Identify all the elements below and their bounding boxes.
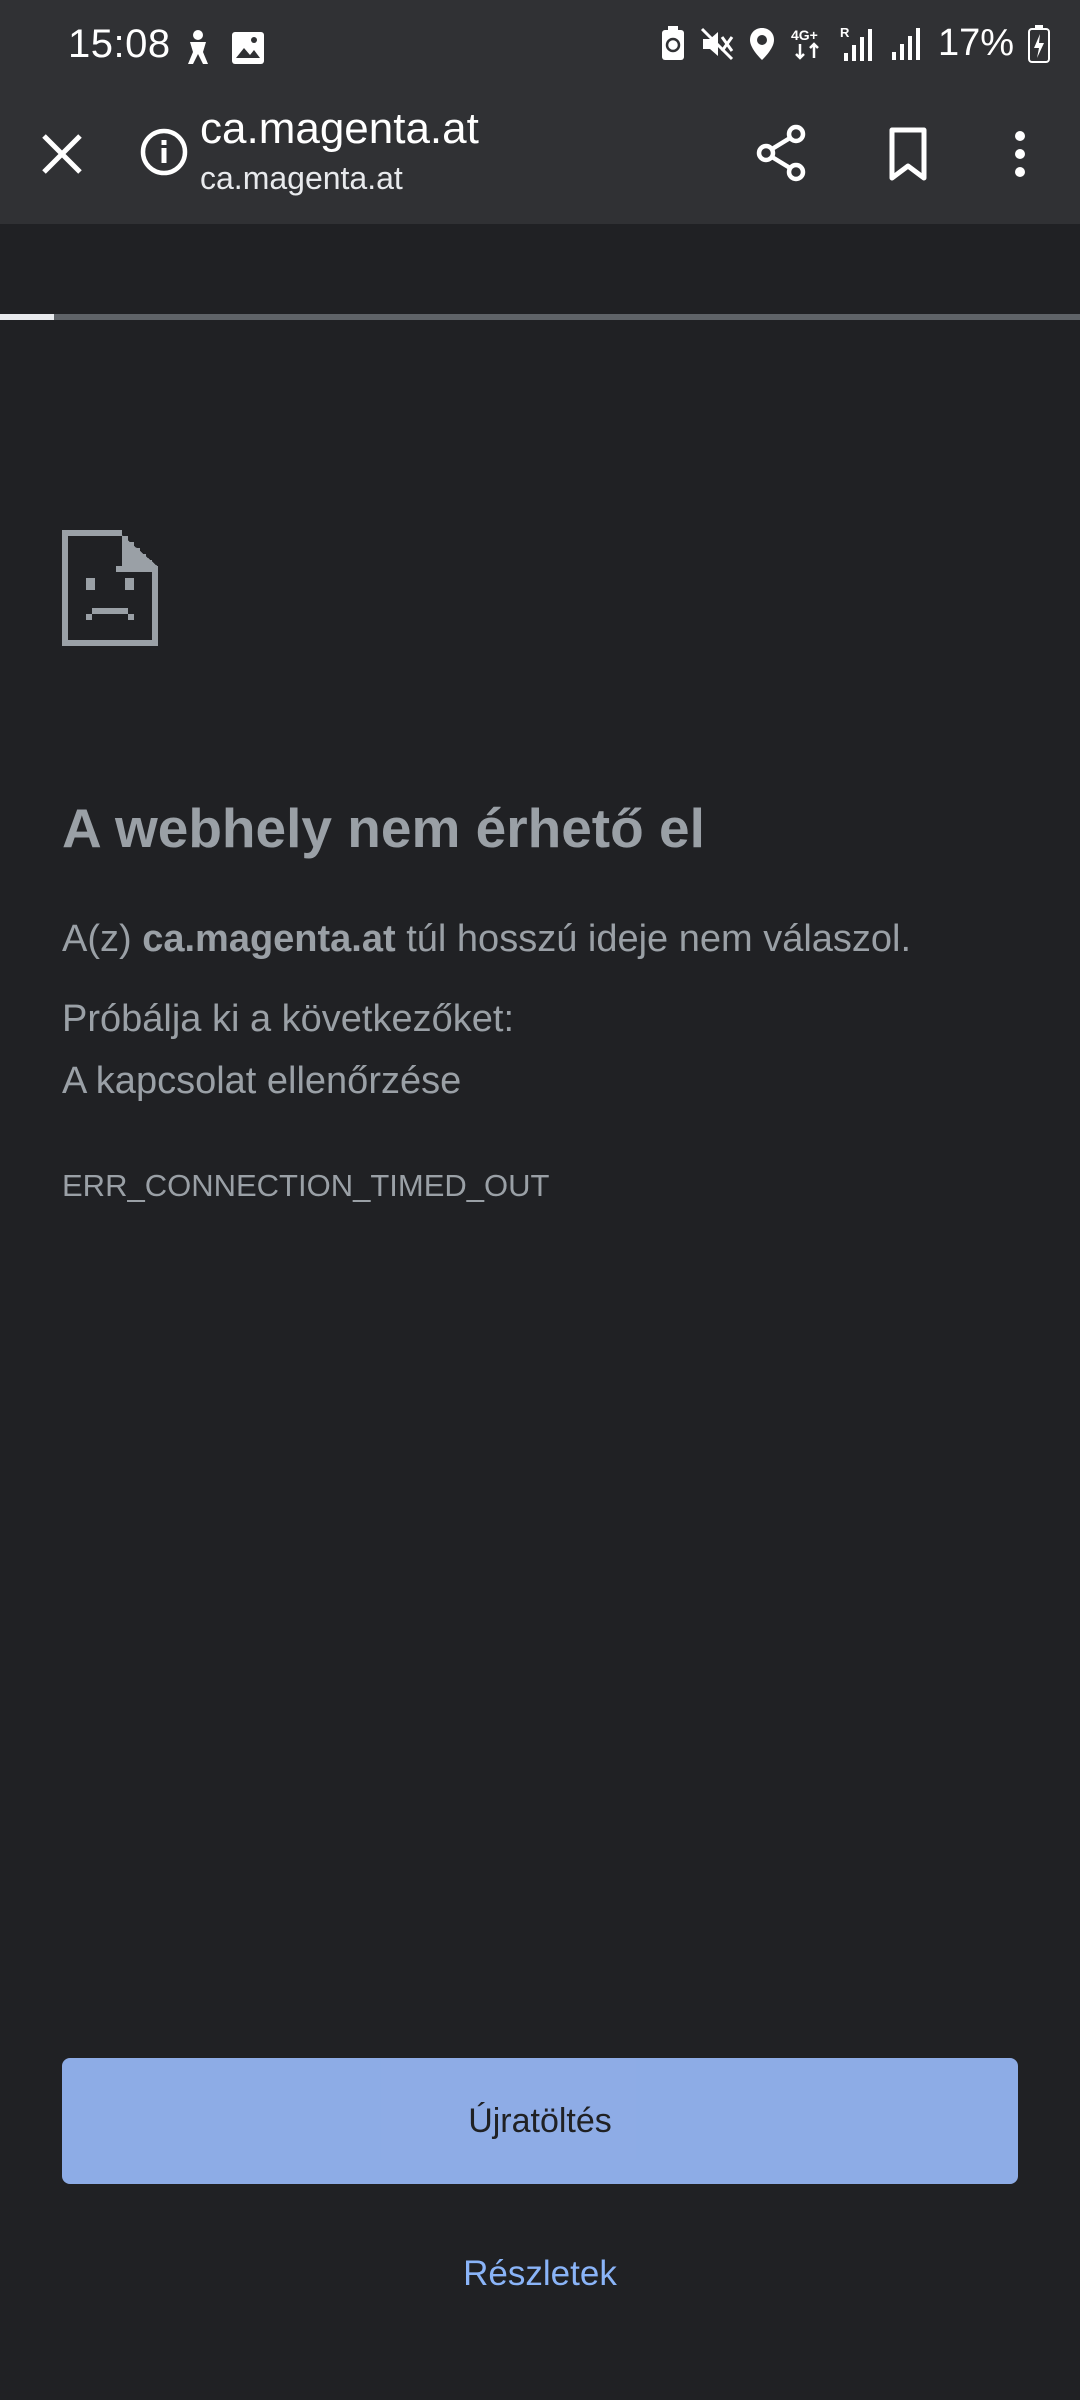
error-message-host: ca.magenta.at [142,918,396,960]
location-icon [748,26,776,62]
share-icon[interactable] [748,120,814,186]
accessibility-icon [180,28,216,68]
bookmark-icon[interactable] [876,122,940,186]
error-code: ERR_CONNECTION_TIMED_OUT [62,1168,550,1203]
error-message-suffix: túl hosszú ideje nem válaszol. [395,918,912,960]
reload-button[interactable]: Újratöltés [62,2058,1018,2184]
url-subtitle[interactable]: ca.magenta.at [200,160,403,197]
signal-icon: R [840,25,876,63]
signal-icon-2 [890,26,924,62]
battery-charging-icon [1028,24,1050,63]
error-title: A webhely nem érhető el [62,797,705,859]
reload-button-label: Újratöltés [468,2101,612,2140]
url-title[interactable]: ca.magenta.at [200,104,479,154]
status-time: 15:08 [68,22,171,66]
error-message-prefix: A(z) [62,918,143,960]
details-button[interactable]: Részletek [0,2254,1080,2294]
suggestions-header: Próbálja ki a következőket: [62,998,515,1040]
mute-icon [700,27,734,61]
page-load-progress-fill [0,314,54,320]
svg-text:R: R [840,25,850,40]
battery-percent: 17% [937,22,1014,64]
gallery-icon [230,28,266,68]
custom-tab-toolbar: ca.magenta.at ca.magenta.at [0,96,1080,320]
network-4g-icon: 4G+ [790,26,826,62]
suggestion-item: A kapcsolat ellenőrzése [62,1060,462,1102]
page-load-progress [0,314,1080,320]
error-message: A(z) ca.magenta.at túl hosszú ideje nem … [62,918,911,961]
more-options-icon[interactable] [1000,122,1040,186]
close-icon[interactable] [30,122,94,186]
svg-text:4G+: 4G+ [791,27,818,43]
sad-page-icon [62,530,164,646]
info-icon[interactable] [136,124,192,180]
battery-saver-icon [660,25,686,62]
status-bar: 15:08 4G+ R 17% [0,0,1080,96]
